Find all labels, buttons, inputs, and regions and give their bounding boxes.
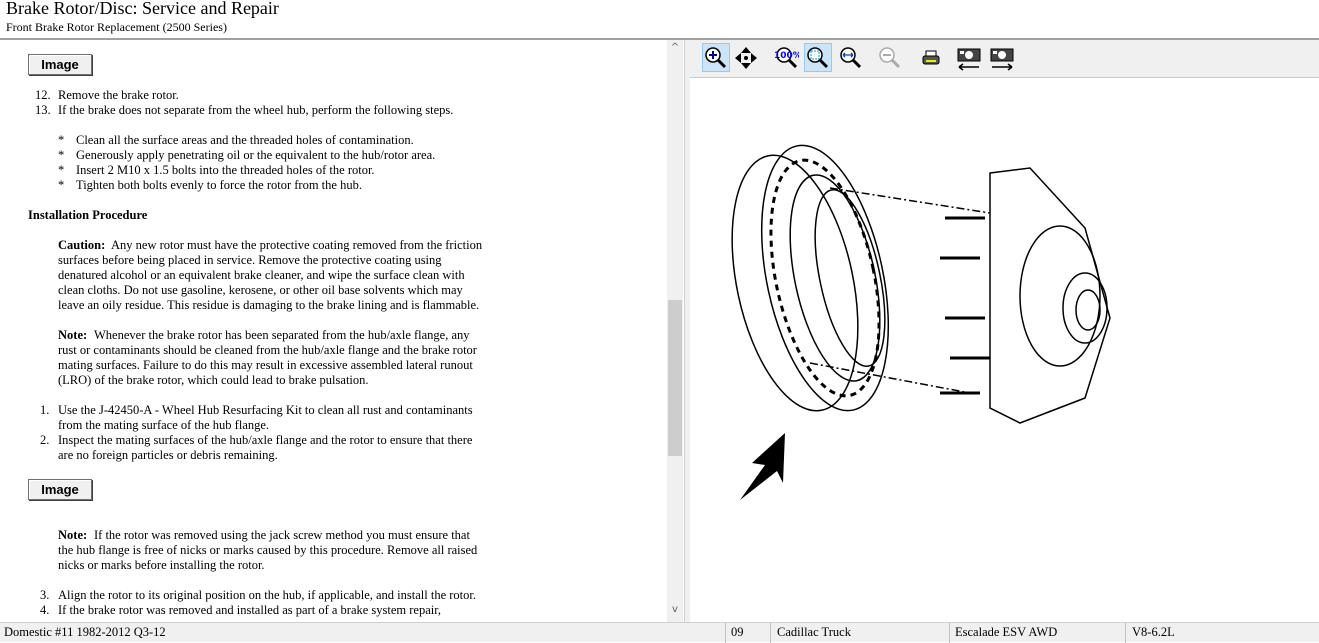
status-model: Escalade ESV AWD	[955, 625, 1058, 639]
zoom-fit-icon	[807, 46, 829, 68]
zoom-100-icon: 100%	[774, 46, 799, 68]
bullet-text: Generously apply penetrating oil or the …	[76, 148, 436, 162]
note-text: If the rotor was removed using the jack …	[94, 528, 470, 542]
bullet-text: Tighten both bolts evenly to force the r…	[76, 178, 362, 192]
note-label: Note:	[58, 528, 88, 542]
note-label: Note:	[58, 328, 88, 342]
note-text: mating surfaces. Failure to do this may …	[58, 358, 473, 372]
bullet: *	[58, 163, 65, 177]
step-number: 13.	[35, 103, 51, 117]
previous-image-icon	[957, 48, 981, 71]
status-separator	[1125, 623, 1126, 643]
zoom-fit-button[interactable]	[804, 43, 832, 72]
document-scrollbar[interactable]: ^ v	[667, 40, 683, 622]
caution-text: denatured alcohol or an equivalent brake…	[58, 268, 465, 282]
brake-rotor-diagram	[731, 144, 1111, 500]
zoom-out-button[interactable]	[876, 43, 904, 72]
step-number: 4.	[40, 603, 50, 617]
status-separator	[770, 623, 771, 643]
status-database: Domestic #11 1982-2012 Q3-12	[4, 625, 166, 639]
zoom-out-icon	[879, 46, 901, 68]
caution-text: surfaces before being placed in service.…	[58, 253, 442, 267]
next-image-button[interactable]	[988, 43, 1016, 72]
bullet: *	[58, 148, 65, 162]
zoom-width-button[interactable]	[837, 43, 865, 72]
page-subtitle: Front Brake Rotor Replacement (2500 Seri…	[6, 20, 227, 34]
pan-button[interactable]	[732, 43, 760, 72]
caution-label: Caution:	[58, 238, 106, 252]
caution-text: clean cloths. Do not use gasoline, keros…	[58, 283, 463, 297]
note-text: nicks or marks before installing the rot…	[58, 558, 265, 572]
step-text: are no foreign particles or debris remai…	[58, 448, 278, 462]
step-number: 3.	[40, 588, 50, 602]
previous-image-button[interactable]	[955, 43, 983, 72]
step-text: Inspect the mating surfaces of the hub/a…	[58, 433, 473, 447]
scroll-down-icon[interactable]: v	[667, 604, 683, 615]
scroll-up-icon[interactable]: ^	[667, 42, 683, 53]
step-text: Remove the brake rotor.	[58, 88, 179, 102]
scrollbar-thumb[interactable]	[668, 300, 682, 456]
zoom-100-button[interactable]: 100%	[772, 43, 800, 72]
status-year: 09	[731, 625, 744, 639]
note-text: Whenever the brake rotor has been separa…	[94, 328, 470, 342]
svg-text:100%: 100%	[774, 51, 799, 61]
bullet-text: Insert 2 M10 x 1.5 bolts into the thread…	[76, 163, 375, 177]
page-title: Brake Rotor/Disc: Service and Repair	[6, 0, 279, 18]
bullet-text: Clean all the surface areas and the thre…	[76, 133, 414, 147]
document-pane: Image 12. Remove the brake rotor. 13. If…	[0, 40, 684, 622]
step-text: Align the rotor to its original position…	[58, 588, 476, 602]
viewer-toolbar: 100%	[690, 40, 1319, 78]
status-engine: V8-6.2L	[1132, 625, 1175, 639]
note-text: (LRO) of the brake rotor, which could le…	[58, 373, 369, 387]
print-icon	[922, 50, 940, 64]
note-text: rust or contaminants should be cleaned f…	[58, 343, 477, 357]
step-number: 12.	[35, 88, 51, 102]
step-text: If the brake does not separate from the …	[58, 103, 454, 117]
image-button[interactable]: Image	[28, 479, 92, 500]
status-bar: Domestic #11 1982-2012 Q3-12 09 Cadillac…	[0, 622, 1319, 643]
status-make: Cadillac Truck	[777, 625, 851, 639]
step-text: If the brake rotor was removed and insta…	[58, 603, 442, 617]
step-text: Use the J-42450-A - Wheel Hub Resurfacin…	[58, 403, 473, 417]
next-image-icon	[990, 48, 1014, 71]
step-number: 1.	[40, 403, 50, 417]
image-viewer: 100%	[690, 40, 1319, 622]
note-text: the hub flange is free of nicks or marks…	[58, 543, 478, 557]
section-heading: Installation Procedure	[28, 208, 148, 222]
step-text: from the mating surface of the hub flang…	[58, 418, 270, 432]
image-button[interactable]: Image	[28, 54, 92, 75]
step-number: 2.	[40, 433, 50, 447]
zoom-in-icon	[705, 46, 727, 68]
pan-icon	[735, 46, 757, 69]
zoom-in-button[interactable]	[702, 43, 730, 72]
caution-text: Any new rotor must have the protective c…	[111, 238, 483, 252]
status-separator	[949, 623, 950, 643]
bullet: *	[58, 133, 65, 147]
caution-text: leave an oily residue. This residue is d…	[58, 298, 480, 312]
bullet: *	[58, 178, 65, 192]
zoom-width-icon	[840, 46, 862, 68]
print-button[interactable]	[918, 43, 946, 72]
status-separator	[725, 623, 726, 643]
